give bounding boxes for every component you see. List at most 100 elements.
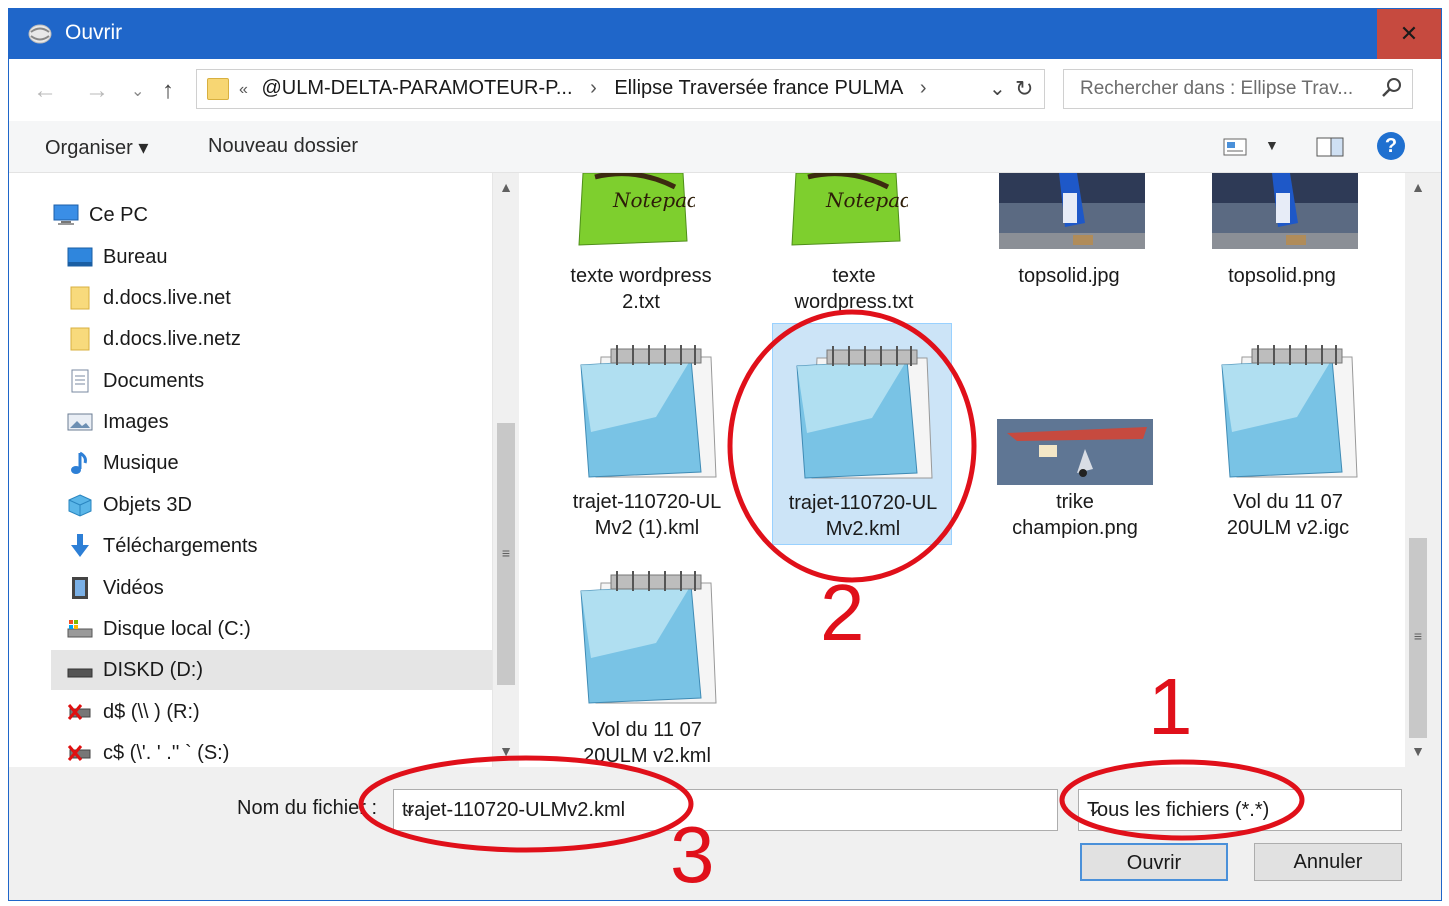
file-name: texte wordpress	[570, 265, 712, 287]
forward-arrow-icon[interactable]: →	[85, 77, 109, 105]
file-item[interactable]: Vol du 11 07 20ULM v2.kml	[557, 549, 737, 767]
file-name: trajet-110720-UL	[572, 491, 722, 513]
search-icon	[1382, 78, 1401, 97]
folder-icon	[67, 286, 93, 310]
file-name: trike	[1056, 491, 1094, 513]
navigation-pane: Ce PC Bureau d.docs.live.net d.docs.live…	[9, 173, 492, 767]
window-title: Ouvrir	[65, 21, 123, 44]
tree-item-network-drive-r[interactable]: d$ (\\ ) (R:)	[67, 692, 200, 732]
navigation-pane-scrollbar[interactable]: ▲ ≡ ▼	[492, 173, 518, 767]
tree-item-bureau[interactable]: Bureau	[67, 237, 168, 277]
tree-item-label: Vidéos	[103, 576, 164, 599]
recent-locations-chevron-icon[interactable]: ⌄	[131, 81, 144, 101]
scroll-up-arrow-icon[interactable]: ▲	[1405, 179, 1431, 195]
tree-item-telechargements[interactable]: Téléchargements	[67, 526, 258, 566]
search-input[interactable]: Rechercher dans : Ellipse Trav...	[1063, 69, 1413, 109]
file-name: trajet-110720-UL	[788, 492, 938, 514]
back-arrow-icon[interactable]: ←	[33, 77, 57, 105]
tree-item-label: Musique	[103, 451, 179, 474]
view-options-icon[interactable]	[1223, 137, 1249, 157]
organize-button[interactable]: Organiser ▾	[45, 135, 148, 160]
tree-item-label: d.docs.live.netz	[103, 327, 241, 350]
tree-item-d-docs-live-netz[interactable]: d.docs.live.netz	[67, 319, 241, 359]
image-thumbnail	[997, 419, 1153, 485]
tree-item-label: Téléchargements	[103, 534, 258, 557]
file-item-selected[interactable]: trajet-110720-UL Mv2.kml	[772, 323, 952, 545]
breadcrumb-separator-icon[interactable]: ›	[920, 77, 927, 99]
file-item[interactable]: topsolid.jpg	[979, 173, 1159, 313]
file-item[interactable]: trajet-110720-UL Mv2 (1).kml	[557, 323, 737, 543]
file-item[interactable]: topsolid.png	[1192, 173, 1372, 313]
tree-item-label: Documents	[103, 369, 205, 392]
file-view-scrollbar[interactable]: ▲ ≡ ▼	[1405, 173, 1431, 767]
cancel-button[interactable]: Annuler	[1254, 843, 1402, 881]
chevron-down-icon[interactable]: ⌄	[402, 798, 1049, 819]
scrollbar-grip-icon: ≡	[1413, 628, 1423, 644]
close-button[interactable]: ✕	[1377, 9, 1441, 59]
tree-item-ce-pc[interactable]: Ce PC	[53, 195, 148, 235]
filename-field[interactable]: trajet-110720-ULMv2.kml ⌄	[393, 789, 1058, 831]
file-name-line2: 20ULM v2.kml	[583, 745, 711, 767]
address-bar[interactable]: « @ULM-DELTA-PARAMOTEUR-P... › Ellipse T…	[196, 69, 1045, 109]
tree-item-images[interactable]: Images	[67, 402, 169, 442]
notepad-icon	[1221, 345, 1358, 478]
pictures-icon	[67, 410, 93, 434]
file-name: Vol du 11 07	[592, 719, 702, 741]
downloads-icon	[67, 534, 93, 558]
notepadpp-icon: Notepad	[575, 173, 695, 249]
file-name: Vol du 11 07	[1233, 491, 1343, 513]
folder-icon	[67, 327, 93, 351]
tree-item-disque-local-c[interactable]: Disque local (C:)	[67, 609, 251, 649]
file-name-line2: Mv2.kml	[825, 518, 901, 540]
tree-item-label: Ce PC	[89, 203, 148, 226]
file-item[interactable]: Notepad texte wordpress.txt	[764, 173, 944, 313]
open-file-dialog: Ouvrir ✕ ← → ⌄ ↑ « @ULM-DELTA-PARAMOTEUR…	[8, 8, 1442, 901]
image-thumbnail	[999, 173, 1145, 249]
videos-icon	[67, 576, 93, 600]
breadcrumb-item[interactable]: Ellipse Traversée france PULMA	[614, 77, 902, 99]
address-dropdown-chevron-icon[interactable]: ⌄	[989, 76, 1006, 101]
breadcrumb-separator-icon[interactable]: ›	[590, 77, 597, 99]
file-item[interactable]: Notepad texte wordpress 2.txt	[551, 173, 731, 313]
computer-icon	[53, 203, 79, 227]
tree-item-label: d.docs.live.net	[103, 286, 231, 309]
tree-item-videos[interactable]: Vidéos	[67, 568, 164, 608]
file-name-line2: champion.png	[1012, 517, 1138, 539]
scroll-down-arrow-icon[interactable]: ▼	[493, 743, 519, 759]
title-bar[interactable]: Ouvrir ✕	[9, 9, 1441, 59]
notepad-icon	[796, 346, 933, 479]
file-name-line2: Mv2 (1).kml	[594, 517, 700, 539]
preview-pane-icon[interactable]	[1315, 135, 1345, 159]
help-icon[interactable]: ?	[1377, 132, 1405, 160]
file-name-line2: 2.txt	[622, 291, 660, 313]
desktop-icon	[67, 245, 93, 269]
view-options-chevron-icon[interactable]: ▼	[1265, 137, 1279, 153]
tree-item-musique[interactable]: Musique	[67, 443, 179, 483]
tree-item-documents[interactable]: Documents	[67, 361, 204, 401]
chevron-down-icon[interactable]: ⌄	[1087, 798, 1393, 819]
music-icon	[67, 451, 93, 475]
drive-icon	[67, 658, 93, 682]
tree-item-d-docs-live-net[interactable]: d.docs.live.net	[67, 278, 231, 318]
breadcrumb-overflow[interactable]: «	[239, 81, 248, 98]
network-drive-disconnected-icon	[67, 700, 93, 724]
tree-item-objets-3d[interactable]: Objets 3D	[67, 485, 192, 525]
file-item[interactable]: trike champion.png	[985, 323, 1165, 543]
up-arrow-icon[interactable]: ↑	[162, 77, 174, 105]
new-folder-button[interactable]: Nouveau dossier	[208, 135, 358, 158]
file-type-select[interactable]: Tous les fichiers (*.*) ⌄	[1078, 789, 1402, 831]
tree-item-label: Objets 3D	[103, 493, 192, 516]
file-name-line2: 20ULM v2.igc	[1226, 517, 1350, 539]
file-item[interactable]: Vol du 11 07 20ULM v2.igc	[1198, 323, 1378, 543]
tree-item-label: Bureau	[103, 245, 168, 268]
tree-item-network-drive-s[interactable]: c$ (\'. ' .'' ` (S:)	[67, 733, 229, 767]
tree-item-diskd-d[interactable]: DISKD (D:)	[51, 650, 492, 690]
scroll-down-arrow-icon[interactable]: ▼	[1405, 743, 1431, 759]
breadcrumb-item[interactable]: @ULM-DELTA-PARAMOTEUR-P...	[261, 77, 572, 99]
network-drive-disconnected-icon	[67, 741, 93, 765]
open-button[interactable]: Ouvrir	[1080, 843, 1228, 881]
refresh-icon[interactable]: ↻	[1015, 76, 1033, 102]
breadcrumb: « @ULM-DELTA-PARAMOTEUR-P... › Ellipse T…	[239, 77, 938, 100]
scroll-up-arrow-icon[interactable]: ▲	[493, 179, 519, 195]
file-name: texte	[832, 265, 876, 287]
